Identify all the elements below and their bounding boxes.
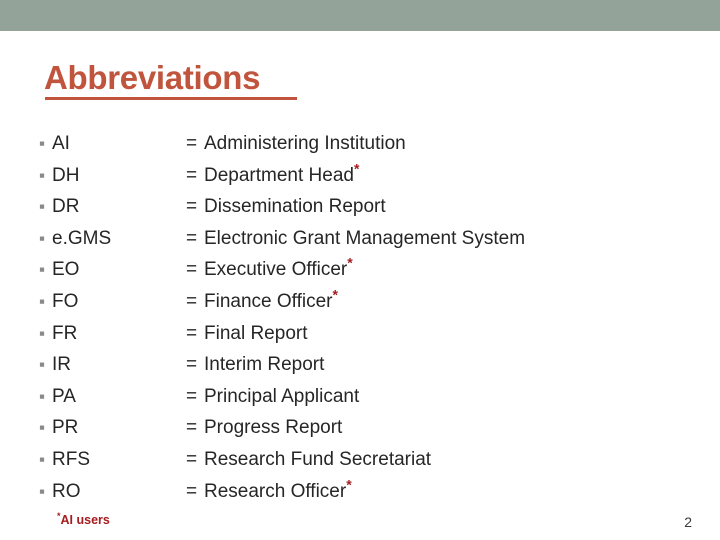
bullet-icon: ▪ (39, 449, 46, 469)
asterisk-icon: * (353, 160, 360, 177)
bullet-icon: ▪ (39, 323, 46, 343)
page-number: 2 (684, 514, 692, 530)
bullet-icon: ▪ (39, 291, 46, 311)
abbreviation-definition: Dissemination Report (204, 191, 386, 223)
abbreviation-term: DR (52, 196, 80, 218)
list-item: ▪ DH = Department Head* (36, 160, 696, 192)
list-item: ▪ PR = Progress Report (36, 412, 696, 444)
list-item: ▪ RFS = Research Fund Secretariat (36, 444, 696, 476)
equals-sign: = (186, 354, 198, 376)
abbreviation-term: EO (52, 259, 80, 281)
bullet-icon: ▪ (39, 386, 46, 406)
asterisk-icon: * (347, 255, 353, 272)
abbreviation-term: IR (52, 354, 71, 376)
definition-text: Research Officer (204, 480, 347, 502)
bullet-icon: ▪ (39, 481, 46, 501)
equals-sign: = (186, 133, 198, 154)
slide-canvas: Abbreviations ▪ AI = Administering Institut… (0, 0, 720, 540)
list-item: ▪ EO = Executive Officer* (36, 254, 696, 286)
definition-text: Department Head (204, 164, 354, 186)
title-underline (45, 97, 297, 100)
abbreviation-definition: Department Head* (204, 160, 359, 192)
abbreviation-term: DH (52, 164, 80, 186)
list-item: ▪ PA = Principal Applicant (36, 381, 696, 413)
abbreviation-definition: Final Report (204, 318, 308, 350)
abbreviation-definition: Principal Applicant (204, 381, 359, 413)
abbreviations-list: ▪ AI = Administering Institution ▪ DH = Departm… (36, 128, 696, 507)
list-item: ▪ IR = Interim Report (36, 349, 696, 381)
abbreviation-definition: Research Fund Secretariat (204, 444, 431, 476)
equals-sign: = (186, 385, 198, 407)
abbreviation-term: FO (52, 290, 79, 312)
bullet-icon: ▪ (39, 165, 46, 185)
bullet-icon: ▪ (39, 355, 46, 375)
header-band (0, 0, 720, 31)
page-title: Abbreviations (44, 59, 261, 96)
definition-text: Final Report (204, 322, 308, 344)
equals-sign: = (186, 480, 198, 502)
abbreviation-definition: Progress Report (204, 412, 342, 444)
abbreviation-term: RFS (52, 448, 90, 470)
definition-text: Principal Applicant (204, 385, 360, 407)
definition-text: Administering Institution (204, 133, 406, 154)
abbreviation-definition: Interim Report (204, 349, 324, 381)
abbreviation-term: AI (52, 133, 70, 154)
abbreviation-definition: Executive Officer* (204, 254, 353, 286)
abbreviation-term: PA (52, 385, 76, 407)
equals-sign: = (186, 322, 198, 344)
abbreviation-term: FR (52, 322, 78, 344)
abbreviation-term: e.GMS (52, 227, 112, 249)
list-item: ▪ FR = Final Report (36, 318, 696, 350)
bullet-icon: ▪ (39, 418, 46, 438)
definition-text: Executive Officer (204, 259, 348, 281)
definition-text: Research Fund Secretariat (204, 448, 432, 470)
asterisk-icon: * (346, 476, 352, 493)
equals-sign: = (186, 417, 198, 439)
definition-text: Interim Report (204, 354, 325, 376)
footnote-text: AI users (60, 513, 110, 527)
asterisk-icon: * (332, 286, 338, 303)
abbreviation-definition: Administering Institution (204, 128, 406, 160)
list-item: ▪ DR = Dissemination Report (36, 191, 696, 223)
bullet-icon: ▪ (39, 260, 46, 280)
definition-text: Progress Report (204, 417, 343, 439)
footnote: *AI users (57, 511, 110, 527)
definition-text: Dissemination Report (204, 196, 386, 218)
list-item: ▪ e.GMS = Electronic Grant Management Syste… (36, 223, 696, 255)
equals-sign: = (186, 227, 198, 249)
equals-sign: = (186, 448, 198, 470)
bullet-icon: ▪ (39, 228, 46, 248)
list-item: ▪ AI = Administering Institution (36, 128, 696, 160)
bullet-icon: ▪ (39, 134, 46, 153)
abbreviation-term: RO (52, 480, 81, 502)
list-item: ▪ RO = Research Officer* (36, 476, 696, 508)
list-item: ▪ FO = Finance Officer* (36, 286, 696, 318)
abbreviation-definition: Finance Officer* (204, 286, 338, 318)
equals-sign: = (186, 164, 198, 186)
abbreviation-term: PR (52, 417, 79, 439)
equals-sign: = (186, 290, 198, 312)
definition-text: Finance Officer (204, 290, 333, 312)
equals-sign: = (186, 259, 198, 281)
definition-text: Electronic Grant Management System (204, 227, 526, 249)
abbreviation-definition: Research Officer* (204, 476, 352, 508)
bullet-icon: ▪ (39, 197, 46, 217)
equals-sign: = (186, 196, 198, 218)
abbreviation-definition: Electronic Grant Management System (204, 223, 525, 255)
